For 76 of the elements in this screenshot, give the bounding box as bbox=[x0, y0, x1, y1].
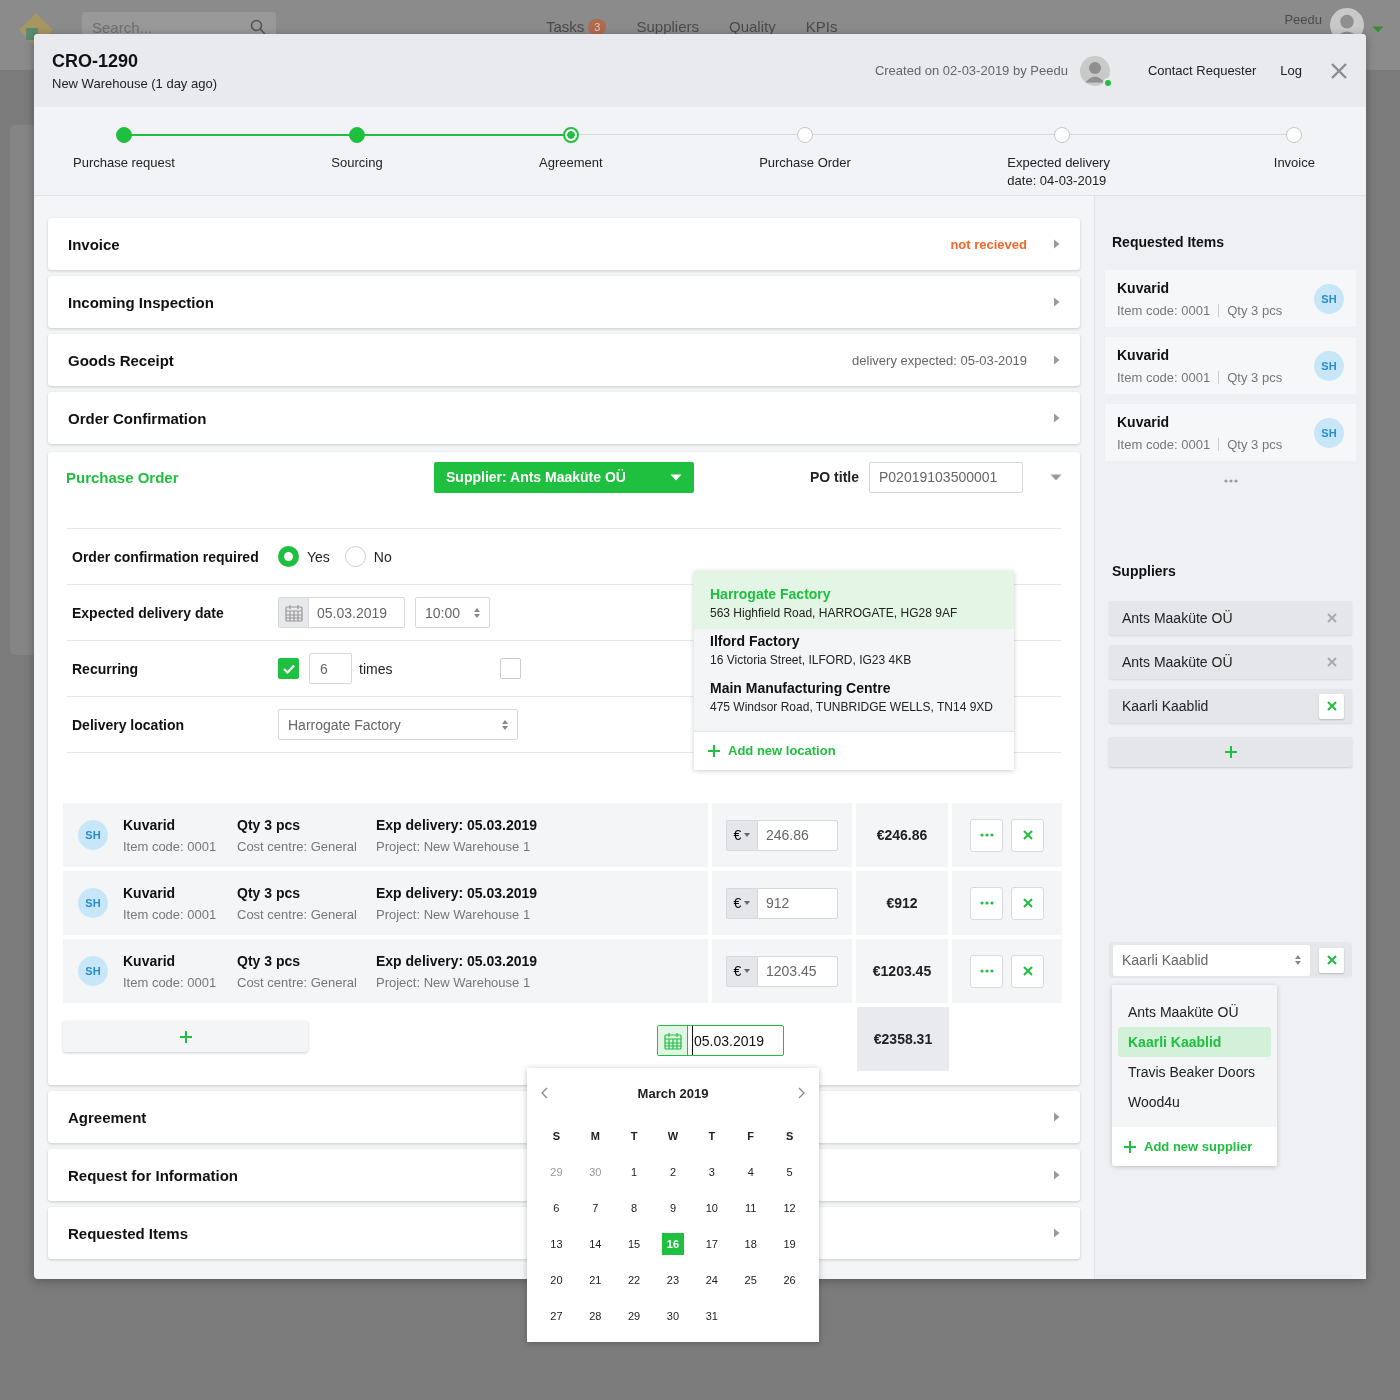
step-label: Purchase request bbox=[73, 154, 175, 172]
section-title: Incoming Inspection bbox=[68, 293, 214, 311]
radio-label: Yes bbox=[307, 548, 330, 565]
item-quantity: Qty 3 pcs bbox=[237, 952, 302, 969]
delivery-date: Exp delivery: 05.03.2019 bbox=[376, 816, 538, 833]
delivery-date: Exp delivery: 05.03.2019 bbox=[376, 952, 538, 969]
project-name: Project: New Warehouse 1 bbox=[376, 974, 532, 990]
item-code: Item code: 0001 bbox=[1117, 436, 1211, 452]
section-title: Order Confirmation bbox=[68, 409, 207, 427]
initials-avatar: SH bbox=[1314, 283, 1344, 314]
item-code: Item code: 0001 bbox=[1117, 302, 1211, 318]
weekday-label: T bbox=[707, 1129, 717, 1144]
panel-title: Suppliers bbox=[1111, 563, 1177, 579]
project-name: Project: New Warehouse 1 bbox=[376, 906, 532, 922]
item-quantity: Qty 3 pcs bbox=[1227, 369, 1283, 385]
item-name: Kuvarid bbox=[123, 816, 177, 833]
step-label: Invoice bbox=[1273, 154, 1315, 172]
weekday-label: S bbox=[551, 1129, 562, 1144]
section-title: Agreement bbox=[68, 1108, 147, 1126]
initials-avatar: SH bbox=[1314, 350, 1344, 381]
field-label: Recurring bbox=[72, 660, 140, 677]
weekday-label: S bbox=[784, 1129, 795, 1144]
radio-label: No bbox=[373, 548, 392, 565]
section-title: Request for Information bbox=[68, 1166, 238, 1184]
panel-title: Requested Items bbox=[1111, 234, 1226, 250]
field-label: Expected delivery date bbox=[72, 604, 225, 621]
item-quantity: Qty 3 pcs bbox=[1227, 302, 1283, 318]
item-code: Item code: 0001 bbox=[123, 838, 218, 854]
item-quantity: Qty 3 pcs bbox=[237, 816, 302, 833]
section-status: not recieved bbox=[950, 236, 1027, 252]
item-name: Kuvarid bbox=[1117, 279, 1171, 296]
user-name: Peedu bbox=[1284, 12, 1322, 27]
item-code: Item code: 0001 bbox=[123, 906, 218, 922]
line-total: €1203.45 bbox=[856, 939, 948, 1003]
item-quantity: Qty 3 pcs bbox=[237, 884, 302, 901]
section-status: delivery expected: 05-03-2019 bbox=[852, 352, 1027, 368]
item-code: Item code: 0001 bbox=[1117, 369, 1211, 385]
initials-avatar: SH bbox=[1314, 417, 1344, 448]
item-name: Kuvarid bbox=[123, 952, 177, 969]
weekday-label: F bbox=[746, 1129, 756, 1144]
section-title: Purchase Order bbox=[66, 468, 180, 486]
item-quantity: Qty 3 pcs bbox=[1227, 436, 1283, 452]
step-label: Agreement bbox=[539, 154, 603, 172]
cost-centre: Cost centre: General bbox=[237, 906, 358, 922]
step-label: Expected delivery date: 04-03-2019 bbox=[1007, 154, 1111, 190]
grand-total: €2358.31 bbox=[857, 1007, 949, 1071]
weekday-label: W bbox=[666, 1129, 680, 1144]
step-label: Sourcing bbox=[331, 154, 383, 172]
field-label: Order confirmation required bbox=[72, 548, 260, 565]
cost-centre: Cost centre: General bbox=[237, 974, 358, 990]
section-title: Requested Items bbox=[68, 1224, 189, 1242]
month-title: March 2019 bbox=[637, 1085, 709, 1101]
section-title: Goods Receipt bbox=[68, 351, 174, 369]
initials-avatar: SH bbox=[78, 820, 108, 850]
count-badge: 3 bbox=[588, 18, 607, 35]
step-label: Purchase Order bbox=[759, 154, 851, 172]
unit-label: times bbox=[359, 660, 393, 677]
item-name: Kuvarid bbox=[123, 884, 177, 901]
request-subtitle: New Warehouse (1 day ago) bbox=[52, 75, 217, 91]
weekday-label: T bbox=[629, 1129, 639, 1144]
field-label: Delivery location bbox=[72, 716, 186, 733]
section-title: Invoice bbox=[68, 235, 120, 253]
item-name: Kuvarid bbox=[1117, 346, 1171, 363]
item-code: Item code: 0001 bbox=[123, 974, 218, 990]
cost-centre: Cost centre: General bbox=[237, 838, 358, 854]
field-label: PO title bbox=[810, 469, 859, 485]
delivery-date: Exp delivery: 05.03.2019 bbox=[376, 884, 538, 901]
request-code: CRO-1290 bbox=[52, 50, 140, 72]
created-info: Created on 02-03-2019 by Peedu bbox=[874, 63, 1068, 78]
weekday-label: M bbox=[589, 1129, 601, 1144]
line-total: €246.86 bbox=[856, 803, 948, 867]
line-total: €912 bbox=[856, 871, 948, 935]
project-name: Project: New Warehouse 1 bbox=[376, 838, 532, 854]
initials-avatar: SH bbox=[78, 956, 108, 986]
initials-avatar: SH bbox=[78, 888, 108, 918]
item-name: Kuvarid bbox=[1117, 413, 1171, 430]
